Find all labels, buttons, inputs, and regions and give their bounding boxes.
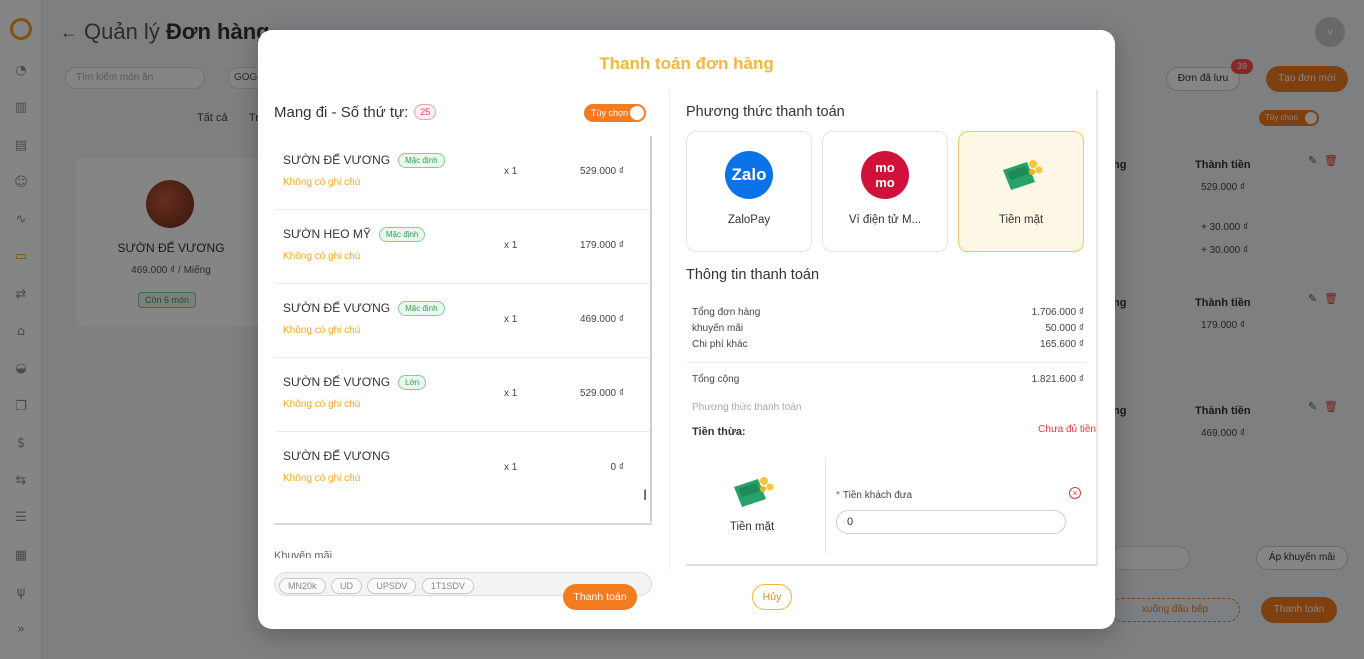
given-amount-text: Tiền khách đưa xyxy=(842,490,913,501)
list-item[interactable]: SƯỜN ĐẾ VƯƠNG Không có ghi chú x 1 0 ₫ xyxy=(274,432,650,506)
subtotal-label: Tổng đơn hàng xyxy=(692,307,761,318)
right-scrollbar[interactable] xyxy=(1096,90,1098,566)
promo-chip[interactable]: UD xyxy=(330,578,362,594)
total-value: 1.821.600 ₫ xyxy=(1031,374,1084,385)
required-mark: * xyxy=(836,490,840,501)
momo-label: Ví điện tử M... xyxy=(848,214,922,226)
momo-logo-icon: mo mo xyxy=(861,151,909,199)
cash-icon xyxy=(734,477,774,507)
total-row: Tổng cộng 1.821.600 ₫ xyxy=(692,374,1084,385)
item-name: SƯỜN ĐẾ VƯƠNG xyxy=(283,375,391,389)
item-tag: Mặc định xyxy=(398,301,445,316)
pay-button[interactable]: Thanh toán xyxy=(563,584,637,610)
item-price: 179.000 ₫ xyxy=(579,240,624,251)
payment-info-title: Thông tin thanh toán xyxy=(686,267,820,283)
promo-label: Khuyến mãi xyxy=(274,550,333,558)
text-cursor-icon: I xyxy=(643,488,648,504)
order-heading-label: Mang đi - Số thứ tự: xyxy=(274,104,409,121)
item-name: SƯỜN ĐẾ VƯƠNG xyxy=(283,449,391,463)
cash-option[interactable]: Tiền mặt xyxy=(958,131,1084,252)
discount-label: khuyến mãi xyxy=(692,323,744,334)
order-number-badge: 25 xyxy=(414,104,437,120)
item-tag: Mặc định xyxy=(398,153,445,168)
cash-icon xyxy=(1003,160,1043,190)
total-label: Tổng cộng xyxy=(692,374,740,385)
item-price: 469.000 ₫ xyxy=(579,314,624,325)
zalopay-logo-icon: Zalo xyxy=(725,151,773,199)
subtotal-row: Tổng đơn hàng 1.706.000 ₫ xyxy=(692,307,1084,318)
item-note: Không có ghi chú xyxy=(283,177,361,188)
item-tag: Mặc định xyxy=(378,227,426,242)
item-name-row: SƯỜN HEO MỸ Mặc định xyxy=(283,227,426,242)
option-toggle[interactable]: Tùy chọn xyxy=(584,104,646,122)
payment-method-muted: Phương thức thanh toán xyxy=(692,402,802,413)
item-note: Không có ghi chú xyxy=(283,473,361,484)
item-qty: x 1 xyxy=(504,240,518,251)
cash-summary: Tiền mặt xyxy=(686,457,826,553)
cash-label: Tiền mặt xyxy=(998,214,1044,226)
other-cost-value: 165.600 ₫ xyxy=(1039,339,1084,350)
item-price: 0 ₫ xyxy=(610,462,624,473)
item-qty: x 1 xyxy=(504,166,518,177)
other-cost-label: Chi phí khác xyxy=(692,339,748,350)
zalopay-option[interactable]: Zalo ZaloPay xyxy=(686,131,812,252)
order-items-list[interactable]: SƯỜN ĐẾ VƯƠNG Mặc định Không có ghi chú x… xyxy=(274,136,652,522)
promo-chip[interactable]: UPSDV xyxy=(367,578,417,594)
right-bottom-edge xyxy=(686,564,1096,566)
item-name-row: SƯỜN ĐẾ VƯƠNG Lớn xyxy=(283,375,427,390)
toggle-knob xyxy=(630,106,644,120)
list-item[interactable]: SƯỜN ĐẾ VƯƠNG Mặc định Không có ghi chú x… xyxy=(274,136,650,210)
item-note: Không có ghi chú xyxy=(283,325,361,336)
info-divider xyxy=(686,362,1086,363)
cash-summary-label: Tiền mặt xyxy=(729,521,775,533)
discount-row: khuyến mãi 50.000 ₫ xyxy=(692,323,1084,334)
payment-modal: Thanh toán đơn hàng Mang đi - Số thứ tự:… xyxy=(258,30,1115,629)
close-icon[interactable]: × xyxy=(1069,487,1081,499)
item-qty: x 1 xyxy=(504,314,518,325)
item-tag: Lớn xyxy=(398,375,427,390)
zalopay-label: ZaloPay xyxy=(727,214,771,226)
given-amount-input[interactable] xyxy=(836,510,1066,534)
order-items-panel: Mang đi - Số thứ tự: 25 Tùy chọn SƯỜN ĐẾ … xyxy=(274,100,652,596)
item-name: SƯỜN ĐẾ VƯƠNG xyxy=(283,153,391,167)
item-qty: x 1 xyxy=(504,462,518,473)
momo-option[interactable]: mo mo Ví điện tử M... xyxy=(822,131,948,252)
payment-method-title: Phương thức thanh toán xyxy=(686,104,845,120)
other-cost-row: Chi phí khác 165.600 ₫ xyxy=(692,339,1084,350)
item-name-row: SƯỜN ĐẾ VƯƠNG Mặc định xyxy=(283,153,445,168)
item-name-row: SƯỜN ĐẾ VƯƠNG xyxy=(283,449,390,463)
item-note: Không có ghi chú xyxy=(283,399,361,410)
item-name: SƯỜN HEO MỸ xyxy=(283,227,371,241)
item-price: 529.000 ₫ xyxy=(579,166,624,177)
promo-chip[interactable]: MN20k xyxy=(279,578,326,594)
item-qty: x 1 xyxy=(504,388,518,399)
list-scroll-edge xyxy=(274,523,652,525)
order-heading: Mang đi - Số thứ tự: 25 xyxy=(274,104,437,121)
change-label: Tiền thừa: xyxy=(692,426,746,438)
subtotal-value: 1.706.000 ₫ xyxy=(1031,307,1084,318)
option-toggle-label: Tùy chọn xyxy=(591,108,629,118)
modal-title: Thanh toán đơn hàng xyxy=(599,54,774,73)
promo-chip[interactable]: 1T1SDV xyxy=(421,578,474,594)
discount-value: 50.000 ₫ xyxy=(1045,323,1085,334)
cancel-button[interactable]: Hủy xyxy=(752,584,792,610)
given-amount-label: * Tiền khách đưa xyxy=(836,490,912,501)
item-note: Không có ghi chú xyxy=(283,251,361,262)
item-price: 529.000 ₫ xyxy=(579,388,624,399)
list-item[interactable]: SƯỜN HEO MỸ Mặc định Không có ghi chú x 1… xyxy=(274,210,650,284)
payment-panel: Phương thức thanh toán Zalo ZaloPay mo mo… xyxy=(686,100,1098,570)
item-name-row: SƯỜN ĐẾ VƯƠNG Mặc định xyxy=(283,301,445,316)
column-divider xyxy=(669,90,670,570)
item-name: SƯỜN ĐẾ VƯƠNG xyxy=(283,301,391,315)
insufficient-warning: Chưa đủ tiền xyxy=(1038,424,1096,435)
list-item[interactable]: SƯỜN ĐẾ VƯƠNG Mặc định Không có ghi chú x… xyxy=(274,284,650,358)
list-item[interactable]: SƯỜN ĐẾ VƯƠNG Lớn Không có ghi chú x 1 52… xyxy=(274,358,650,432)
